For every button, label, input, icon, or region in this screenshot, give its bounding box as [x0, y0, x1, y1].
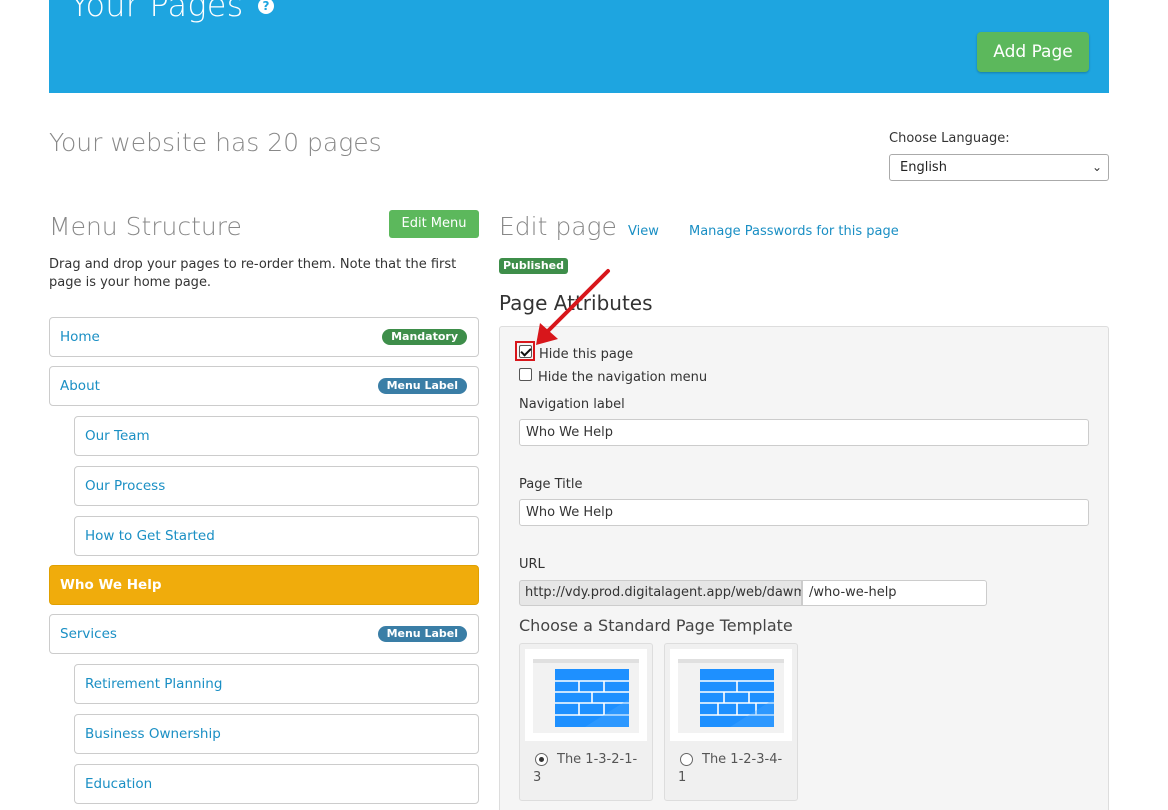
hide-navigation-label: Hide the navigation menu [538, 370, 708, 385]
menu-item-who-we-help[interactable]: Who We Help [49, 565, 479, 605]
menu-item-our-team[interactable]: Our Team [74, 416, 479, 456]
menu-label-badge: Menu Label [377, 626, 467, 642]
menu-item-business-ownership[interactable]: Business Ownership [74, 714, 479, 754]
menu-item-our-process[interactable]: Our Process [74, 466, 479, 506]
add-page-button[interactable]: Add Page [977, 32, 1089, 72]
menu-description: Drag and drop your pages to re-order the… [49, 257, 457, 290]
language-select-value: English [900, 160, 947, 175]
edit-menu-button[interactable]: Edit Menu [389, 210, 479, 238]
template-radio-selected[interactable] [535, 753, 548, 766]
url-slug-input[interactable]: /who-we-help [802, 580, 987, 606]
view-link[interactable]: View [628, 224, 659, 239]
menu-item-education[interactable]: Education [74, 764, 479, 804]
template-heading: Choose a Standard Page Template [519, 616, 793, 635]
url-prefix: http://vdy.prod.digitalagent.app/web/daw… [519, 580, 802, 606]
menu-item-label: Education [85, 776, 153, 792]
template-thumbnail [525, 649, 647, 741]
menu-structure-heading: Menu Structure [49, 212, 242, 241]
page-title: Your Pages [70, 0, 244, 24]
url-label: URL [519, 557, 545, 572]
template-card-1-3-2-1-3[interactable]: The 1-3-2-1- 3 [519, 643, 653, 801]
menu-item-label: Who We Help [60, 577, 162, 593]
menu-item-label: Our Team [85, 428, 150, 444]
template-label-line1: The 1-3-2-1- [557, 752, 638, 767]
menu-item-home[interactable]: Home Mandatory [49, 317, 479, 357]
menu-item-label: Our Process [85, 478, 166, 494]
page-title-label: Page Title [519, 477, 583, 492]
page-title-input[interactable]: Who We Help [519, 499, 1089, 526]
menu-item-label: About [60, 378, 100, 394]
template-label-line1: The 1-2-3-4- [702, 752, 783, 767]
menu-item-how-to-get-started[interactable]: How to Get Started [74, 516, 479, 556]
language-select[interactable]: English ⌄ [889, 154, 1109, 181]
annotation-arrow-icon [536, 269, 610, 345]
hide-navigation-checkbox[interactable] [519, 368, 532, 381]
edit-page-heading: Edit page [499, 212, 617, 241]
menu-item-services[interactable]: Services Menu Label [49, 614, 479, 654]
template-label-line2: 3 [533, 770, 542, 785]
chevron-down-icon: ⌄ [1091, 160, 1102, 174]
navigation-label-title: Navigation label [519, 397, 625, 412]
menu-item-label: Services [60, 626, 117, 642]
navigation-label-input[interactable]: Who We Help [519, 419, 1089, 446]
template-card-1-2-3-4-1[interactable]: The 1-2-3-4- 1 [664, 643, 798, 801]
mandatory-badge: Mandatory [382, 329, 467, 345]
template-radio[interactable] [680, 753, 693, 766]
manage-passwords-link[interactable]: Manage Passwords for this page [689, 224, 899, 239]
menu-item-label: Retirement Planning [85, 676, 223, 692]
menu-label-badge: Menu Label [377, 378, 467, 394]
menu-item-label: Home [60, 329, 100, 345]
menu-item-label: Business Ownership [85, 726, 221, 742]
menu-item-label: How to Get Started [85, 528, 215, 544]
menu-item-retirement-planning[interactable]: Retirement Planning [74, 664, 479, 704]
template-label-line2: 1 [678, 770, 687, 785]
menu-item-about[interactable]: About Menu Label [49, 366, 479, 406]
language-label: Choose Language: [889, 131, 1010, 146]
template-thumbnail [670, 649, 792, 741]
page-count-heading: Your website has 20 pages [49, 128, 382, 157]
